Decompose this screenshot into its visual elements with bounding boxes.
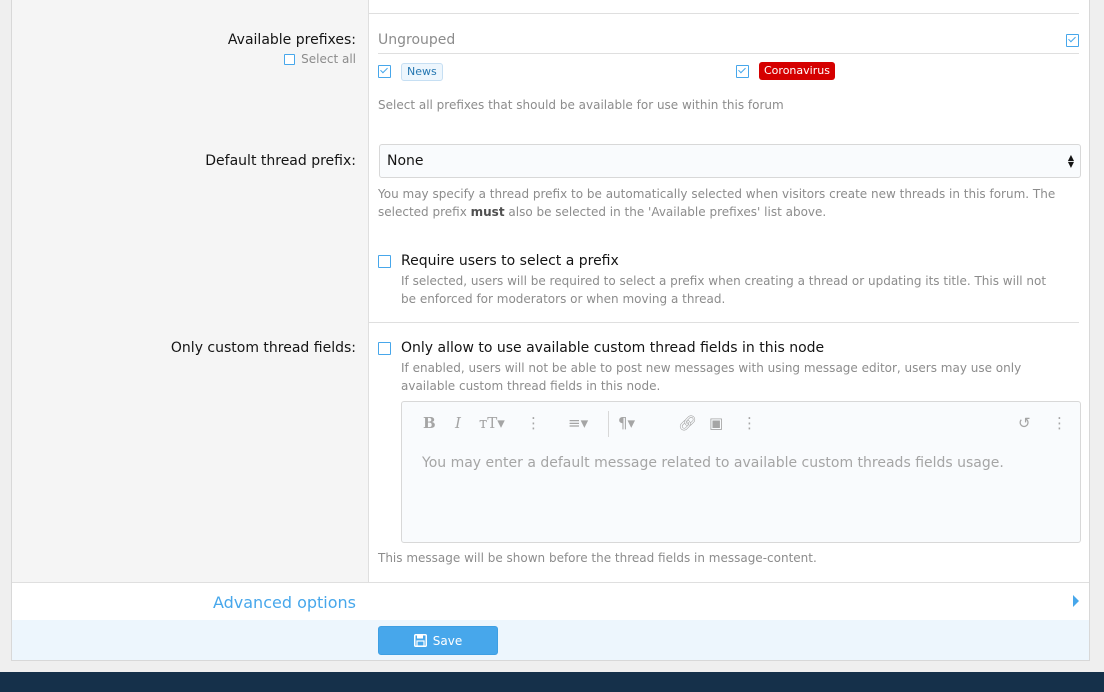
select-all-label: Select all [301, 52, 356, 66]
advanced-options-label[interactable]: Advanced options [213, 593, 356, 612]
align-icon[interactable]: ≡▾ [568, 414, 588, 432]
hint-text: also be selected in the 'Available prefi… [504, 205, 827, 219]
select-all-control[interactable]: Select all [284, 52, 356, 66]
select-arrows-icon: ▲ ▼ [1067, 153, 1074, 169]
divider [369, 13, 1079, 14]
divider [369, 322, 1079, 323]
save-label: Save [432, 633, 463, 648]
custom-fields-hint: If enabled, users will not be able to po… [401, 361, 1022, 393]
custom-fields-label: Only custom thread fields: [170, 340, 356, 356]
text-size-icon[interactable]: тT▾ [479, 414, 505, 432]
default-prefix-label: Default thread prefix: [205, 153, 356, 169]
link-icon[interactable]: 🔗︎ [678, 414, 697, 432]
custom-fields-checkbox[interactable] [378, 342, 391, 355]
default-prefix-value: None [387, 153, 424, 169]
save-button[interactable]: Save [378, 626, 498, 655]
prefixes-hint: Select all prefixes that should be avail… [378, 98, 784, 112]
require-prefix-hint: If selected, users will be required to s… [401, 274, 1047, 306]
prefix-news-tag: News [401, 63, 443, 81]
default-prefix-select[interactable]: None ▲ ▼ [379, 144, 1081, 178]
require-prefix-label[interactable]: Require users to select a prefix [401, 253, 619, 269]
page-footer [0, 672, 1104, 692]
prefix-coronavirus-checkbox[interactable] [736, 65, 749, 78]
paragraph-icon[interactable]: ¶▾ [618, 414, 635, 432]
hint-bold-text: must [470, 205, 505, 219]
more-vertical-icon[interactable]: ⋮ [1052, 414, 1067, 432]
image-icon[interactable]: ▣ [709, 414, 723, 432]
toolbar-divider [608, 411, 609, 437]
message-editor[interactable]: B I тT▾ ⋮ ≡▾ ¶▾ 🔗︎ ▣ ⋮ ↺ ⋮ You may enter… [401, 401, 1081, 543]
default-prefix-hint: You may specify a thread prefix to be au… [378, 185, 1078, 221]
form-footer: Save [12, 620, 1089, 660]
prefix-news-checkbox[interactable] [378, 65, 391, 78]
prefix-coronavirus-tag: Coronavirus [759, 62, 835, 80]
italic-icon[interactable]: I [455, 414, 461, 432]
more-vertical-icon[interactable]: ⋮ [526, 414, 541, 432]
editor-placeholder: You may enter a default message related … [422, 455, 1004, 471]
custom-fields-option-label[interactable]: Only allow to use available custom threa… [401, 340, 824, 356]
forum-options-panel: Available prefixes: Select all Ungrouped… [11, 0, 1090, 661]
label-column [12, 0, 369, 582]
bold-icon[interactable]: B [423, 414, 436, 432]
require-prefix-checkbox[interactable] [378, 255, 391, 268]
undo-icon[interactable]: ↺ [1018, 414, 1031, 432]
more-vertical-icon[interactable]: ⋮ [742, 414, 757, 432]
divider [378, 53, 1079, 54]
group-checkbox[interactable] [1066, 34, 1079, 47]
prefix-group-name: Ungrouped [378, 32, 456, 48]
editor-hint: This message will be shown before the th… [378, 551, 817, 565]
save-icon [413, 634, 427, 647]
caret-right-icon[interactable] [1073, 595, 1079, 607]
select-all-checkbox[interactable] [284, 53, 296, 65]
available-prefixes-label: Available prefixes: [227, 32, 356, 48]
advanced-options-toggle[interactable]: Advanced options [12, 582, 1089, 621]
